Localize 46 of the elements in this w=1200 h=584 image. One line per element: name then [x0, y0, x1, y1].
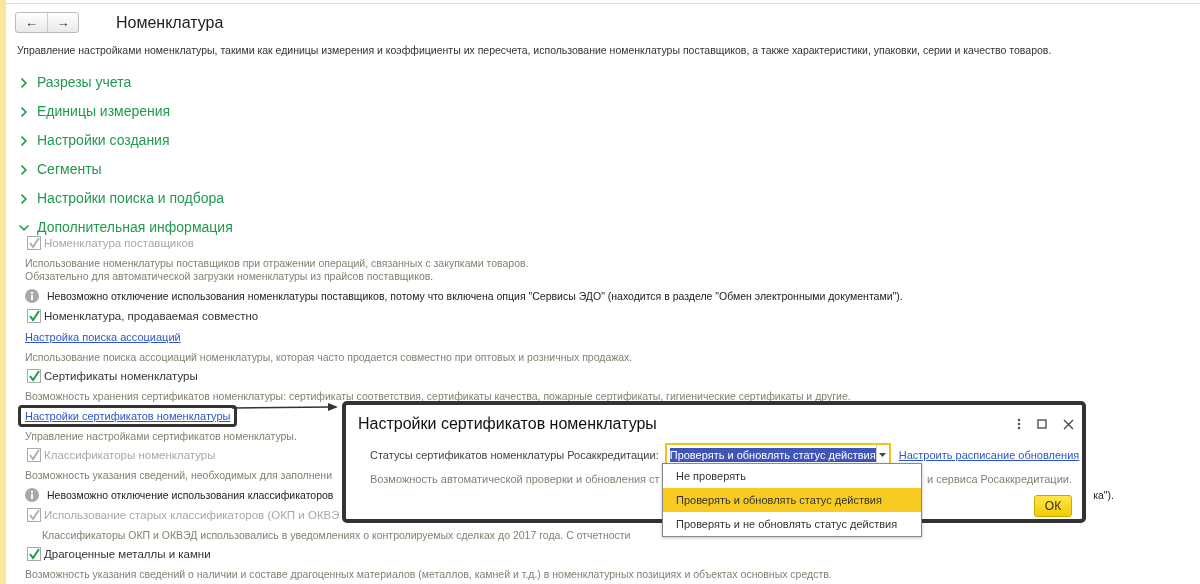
- description-text: Использование номенклатуры поставщиков при отражении операций, связанных с закупками товаров.: [25, 257, 529, 270]
- forward-button[interactable]: →: [47, 13, 78, 32]
- window-title: Номенклатура: [116, 13, 224, 32]
- description-text: Возможность указания сведений, необходимых для заполнени: [25, 469, 332, 482]
- settings-link[interactable]: Настройка поиска ассоциаций: [25, 330, 181, 343]
- maximize-icon[interactable]: [1037, 419, 1047, 429]
- checkbox[interactable]: [27, 369, 41, 383]
- description-text: Возможность хранения сертификатов номенклатуры: сертификаты соответствия, сертификаты качества, пожарные сертификаты, гигиенические сертификаты и другие.: [25, 390, 851, 403]
- info-icon: [25, 288, 39, 303]
- section-header[interactable]: Единицы измерения: [6, 97, 1200, 126]
- description-text: Возможность автоматической проверки и обновления ст: [370, 473, 660, 487]
- section-header[interactable]: Настройки поиска и подбора: [6, 184, 1200, 213]
- ok-button[interactable]: ОК: [1034, 495, 1072, 517]
- dropdown-option[interactable]: Не проверять: [663, 464, 921, 488]
- description-text: и сервиса Росаккредитации.: [926, 473, 1072, 487]
- dropdown-option[interactable]: Проверять и не обновлять статус действия: [663, 512, 921, 536]
- checkbox-label: Использование старых классификаторов (ОКП и ОКВЭ: [44, 509, 340, 521]
- description-text: Управление настройками сертификатов номенклатуры.: [25, 430, 297, 443]
- checkbox[interactable]: [27, 547, 41, 561]
- dropdown-option[interactable]: Проверять и обновлять статус действия: [663, 488, 921, 512]
- back-button[interactable]: ←: [16, 13, 47, 32]
- close-icon[interactable]: [1063, 418, 1074, 430]
- checkbox[interactable]: [27, 309, 41, 323]
- description-text: Обязательно для автоматической загрузки номенклатуры из прайсов поставщиков.: [25, 270, 434, 283]
- dropdown-caret-icon: [879, 453, 887, 457]
- more-icon[interactable]: [1017, 418, 1021, 430]
- dialog-title: Настройки сертификатов номенклатуры: [358, 415, 657, 433]
- info-message: Невозможно отключение использования номенклатуры поставщиков, потому что включена опция "Сервисы ЭДО" (находится в разделе "Обмен электронными документами").: [47, 289, 903, 302]
- info-icon: [25, 487, 39, 502]
- checkbox-label: Номенклатура, продаваемая совместно: [44, 310, 259, 322]
- checkbox-label: Драгоценные металлы и камни: [44, 548, 211, 560]
- schedule-link[interactable]: Настроить расписание обновления: [898, 449, 1080, 461]
- field-label: Статусы сертификатов номенклатуры Росаккредитации:: [370, 449, 659, 461]
- description-text: Возможность указания сведений о наличии и составе драгоценных материалов (металлов, камней и т.д.) в номенклатурных позициях и объектах основных средств.: [25, 568, 832, 581]
- description-text: Классификаторы ОКП и ОКВЭД использовались в уведомлениях о контролируемых сделках до 2017 года. С отчетности: [42, 529, 631, 542]
- page-description: Управление настройками номенклатуры, такими как единицы измерения и коэффициенты их пересчета, использование номенклатуры поставщиков, а также характеристики, упаковки, серии и качество товаров.: [17, 43, 1052, 58]
- info-message: ка").: [1093, 488, 1114, 501]
- settings-link[interactable]: Настройки сертификатов номенклатуры: [25, 409, 231, 422]
- section-header[interactable]: Настройки создания: [6, 126, 1200, 155]
- checkbox-label: Классификаторы номенклатуры: [44, 449, 216, 461]
- info-message: Невозможно отключение использования классификаторов: [47, 488, 334, 501]
- checkbox-label: Сертификаты номенклатуры: [44, 370, 198, 382]
- checkbox-label: Номенклатура поставщиков: [44, 237, 194, 249]
- section-header[interactable]: Разрезы учета: [6, 68, 1200, 97]
- description-text: Использование поиска ассоциаций номенклатуры, которая часто продается совместно при оптовых и розничных продажах.: [25, 351, 633, 364]
- section-header[interactable]: Сегменты: [6, 155, 1200, 184]
